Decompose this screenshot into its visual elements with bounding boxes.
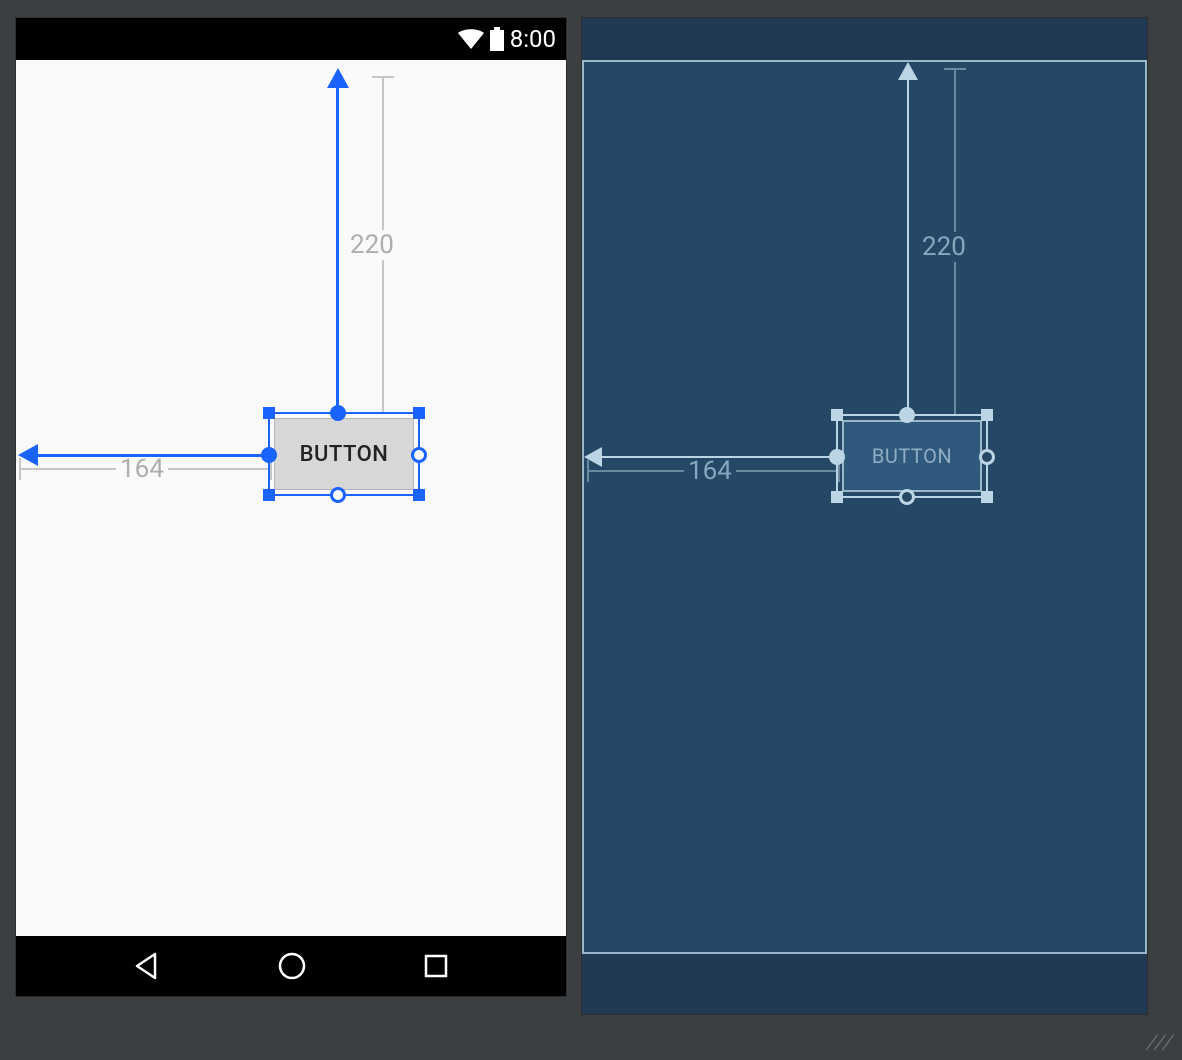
bp-constraint-left-arrowhead bbox=[584, 447, 602, 467]
bp-button-label: BUTTON bbox=[872, 444, 952, 468]
dimension-cap-top-end bbox=[372, 412, 394, 414]
bp-resize-handle-tl[interactable] bbox=[831, 409, 843, 421]
layout-editor-workspace: 8:00 220 164 BUTTON bbox=[0, 0, 1182, 1060]
dimension-value-left: 164 bbox=[116, 454, 168, 484]
resize-handle-tr[interactable] bbox=[413, 407, 425, 419]
nav-back-icon[interactable] bbox=[133, 952, 161, 980]
bp-button-widget[interactable]: BUTTON bbox=[842, 420, 982, 492]
bp-dimension-value-left: 164 bbox=[684, 456, 736, 486]
device-screen-area[interactable]: 220 164 BUTTON bbox=[16, 60, 566, 936]
bp-resize-handle-br[interactable] bbox=[981, 491, 993, 503]
resize-handle-tl[interactable] bbox=[263, 407, 275, 419]
device-status-bar: 8:00 bbox=[16, 18, 566, 60]
device-navigation-bar bbox=[16, 936, 566, 996]
bp-constraint-handle-top[interactable] bbox=[899, 407, 915, 423]
bp-constraint-handle-right[interactable] bbox=[979, 449, 995, 465]
battery-icon bbox=[490, 27, 504, 51]
dimension-cap-top-start bbox=[372, 76, 394, 78]
bp-constraint-top-arrow[interactable] bbox=[907, 72, 909, 418]
bp-constraint-handle-left[interactable] bbox=[829, 449, 845, 465]
wifi-icon bbox=[458, 29, 484, 49]
bp-resize-handle-tr[interactable] bbox=[981, 409, 993, 421]
design-view-panel[interactable]: 8:00 220 164 BUTTON bbox=[16, 18, 566, 996]
nav-recent-icon[interactable] bbox=[423, 953, 449, 979]
bp-constraint-left-arrow[interactable] bbox=[594, 456, 842, 458]
constraint-handle-bottom[interactable] bbox=[330, 487, 346, 503]
bp-resize-handle-bl[interactable] bbox=[831, 491, 843, 503]
resize-handle-br[interactable] bbox=[413, 489, 425, 501]
button-widget[interactable]: BUTTON bbox=[274, 418, 414, 490]
bp-constraint-top-arrowhead bbox=[898, 62, 918, 80]
constraint-left-arrowhead bbox=[18, 444, 38, 466]
button-label: BUTTON bbox=[300, 442, 389, 467]
resize-handle-bl[interactable] bbox=[263, 489, 275, 501]
constraint-handle-top[interactable] bbox=[330, 405, 346, 421]
constraint-top-arrowhead bbox=[327, 68, 349, 88]
status-bar-time: 8:00 bbox=[510, 25, 556, 53]
dimension-value-top: 220 bbox=[346, 230, 398, 260]
constraint-left-arrow[interactable] bbox=[28, 454, 274, 457]
blueprint-view-panel[interactable]: 220 164 BUTTON bbox=[582, 18, 1147, 1014]
bp-dimension-value-top: 220 bbox=[918, 232, 970, 262]
nav-home-icon[interactable] bbox=[276, 950, 308, 982]
blueprint-layout-root[interactable]: 220 164 BUTTON bbox=[582, 60, 1147, 954]
constraint-top-arrow[interactable] bbox=[336, 78, 339, 416]
constraint-handle-right[interactable] bbox=[411, 447, 427, 463]
constraint-handle-left[interactable] bbox=[261, 447, 277, 463]
bp-dimension-cap-top-start bbox=[944, 68, 966, 70]
bp-dimension-cap-top-end bbox=[944, 414, 966, 416]
bp-constraint-handle-bottom[interactable] bbox=[899, 489, 915, 505]
